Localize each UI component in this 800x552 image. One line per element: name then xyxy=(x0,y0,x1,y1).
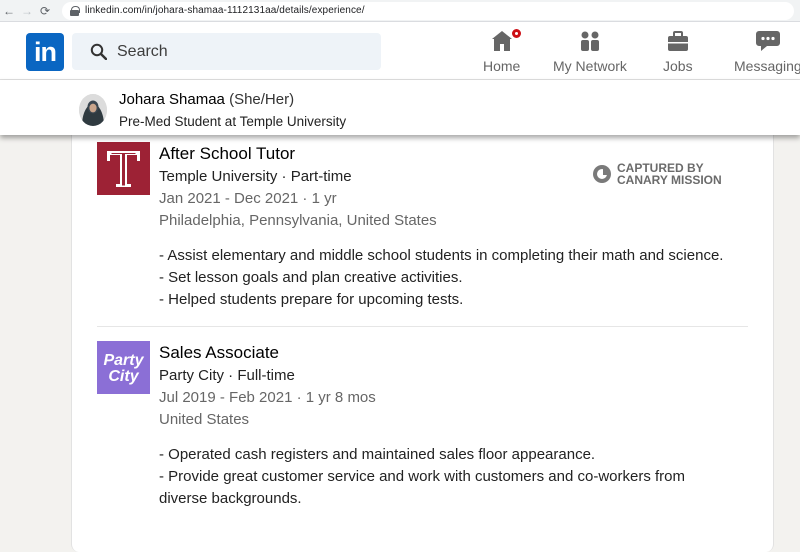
notification-badge xyxy=(509,27,523,40)
divider xyxy=(97,326,748,327)
reload-icon[interactable]: ⟳ xyxy=(36,0,54,22)
nav-home[interactable]: Home xyxy=(483,27,523,74)
experience-company: Temple University · Part-time xyxy=(159,168,352,185)
profile-headline: Pre-Med Student at Temple University xyxy=(119,114,347,129)
experience-description: - Operated cash registers and maintained… xyxy=(159,444,759,510)
party-city-logo-text-1: Party xyxy=(103,352,144,369)
nav-messaging[interactable]: Messaging xyxy=(734,30,800,74)
description-line: - Operated cash registers and maintained… xyxy=(159,446,596,463)
description-line: - Provide great customer service and wor… xyxy=(159,468,690,507)
profile-name[interactable]: Johara Shamaa xyxy=(119,91,225,108)
network-icon xyxy=(578,29,602,56)
search-input[interactable]: Search xyxy=(72,33,381,70)
party-city-logo[interactable]: Party City xyxy=(97,341,150,394)
profile-header: Johara Shamaa (She/Her) Pre-Med Student … xyxy=(0,80,800,135)
experience-company: Party City · Full-time xyxy=(159,367,295,384)
party-city-logo-text-2: City xyxy=(108,368,139,385)
description-line: - Set lesson goals and plan creative act… xyxy=(159,269,463,286)
experience-description: - Assist elementary and middle school st… xyxy=(159,245,759,311)
address-bar[interactable]: linkedin.com/in/johara-shamaa-1112131aa/… xyxy=(62,1,794,20)
experience-title: After School Tutor xyxy=(159,144,296,163)
nav-home-label: Home xyxy=(483,58,521,74)
search-icon xyxy=(90,43,107,60)
nav-my-network-label: My Network xyxy=(553,58,627,74)
experience-location: Philadelphia, Pennsylvania, United State… xyxy=(159,212,437,229)
url-text: linkedin.com/in/johara-shamaa-1112131aa/… xyxy=(85,5,365,16)
home-icon xyxy=(490,27,523,56)
messaging-icon xyxy=(755,29,781,56)
top-navigation: in Search Home My Network Jobs Messaging xyxy=(0,22,800,80)
nav-jobs[interactable]: Jobs xyxy=(663,30,693,74)
briefcase-icon xyxy=(666,29,690,56)
experience-dates: Jan 2021 - Dec 2021 · 1 yr xyxy=(159,190,337,207)
profile-name-line: Johara Shamaa (She/Her) xyxy=(119,91,294,108)
experience-card: CAPTURED BY CANARY MISSION After School … xyxy=(71,132,774,552)
forward-arrow-icon[interactable]: → xyxy=(18,0,36,22)
experience-dates: Jul 2019 - Feb 2021 · 1 yr 8 mos xyxy=(159,389,376,406)
lock-icon xyxy=(70,5,80,16)
linkedin-logo[interactable]: in xyxy=(26,33,64,71)
back-arrow-icon[interactable]: ← xyxy=(0,0,18,22)
nav-jobs-label: Jobs xyxy=(663,58,693,74)
nav-my-network[interactable]: My Network xyxy=(553,30,627,74)
profile-pronouns: (She/Her) xyxy=(229,91,295,108)
experience-location: United States xyxy=(159,411,250,428)
temple-university-logo[interactable] xyxy=(97,142,150,195)
description-line: - Assist elementary and middle school st… xyxy=(159,247,724,264)
description-line: - Helped students prepare for upcoming t… xyxy=(159,291,464,308)
browser-toolbar: ← → ⟳ linkedin.com/in/johara-shamaa-1112… xyxy=(0,0,800,22)
nav-messaging-label: Messaging xyxy=(734,58,800,74)
experience-title: Sales Associate xyxy=(159,343,280,362)
avatar[interactable] xyxy=(79,94,107,126)
search-placeholder: Search xyxy=(117,42,168,60)
